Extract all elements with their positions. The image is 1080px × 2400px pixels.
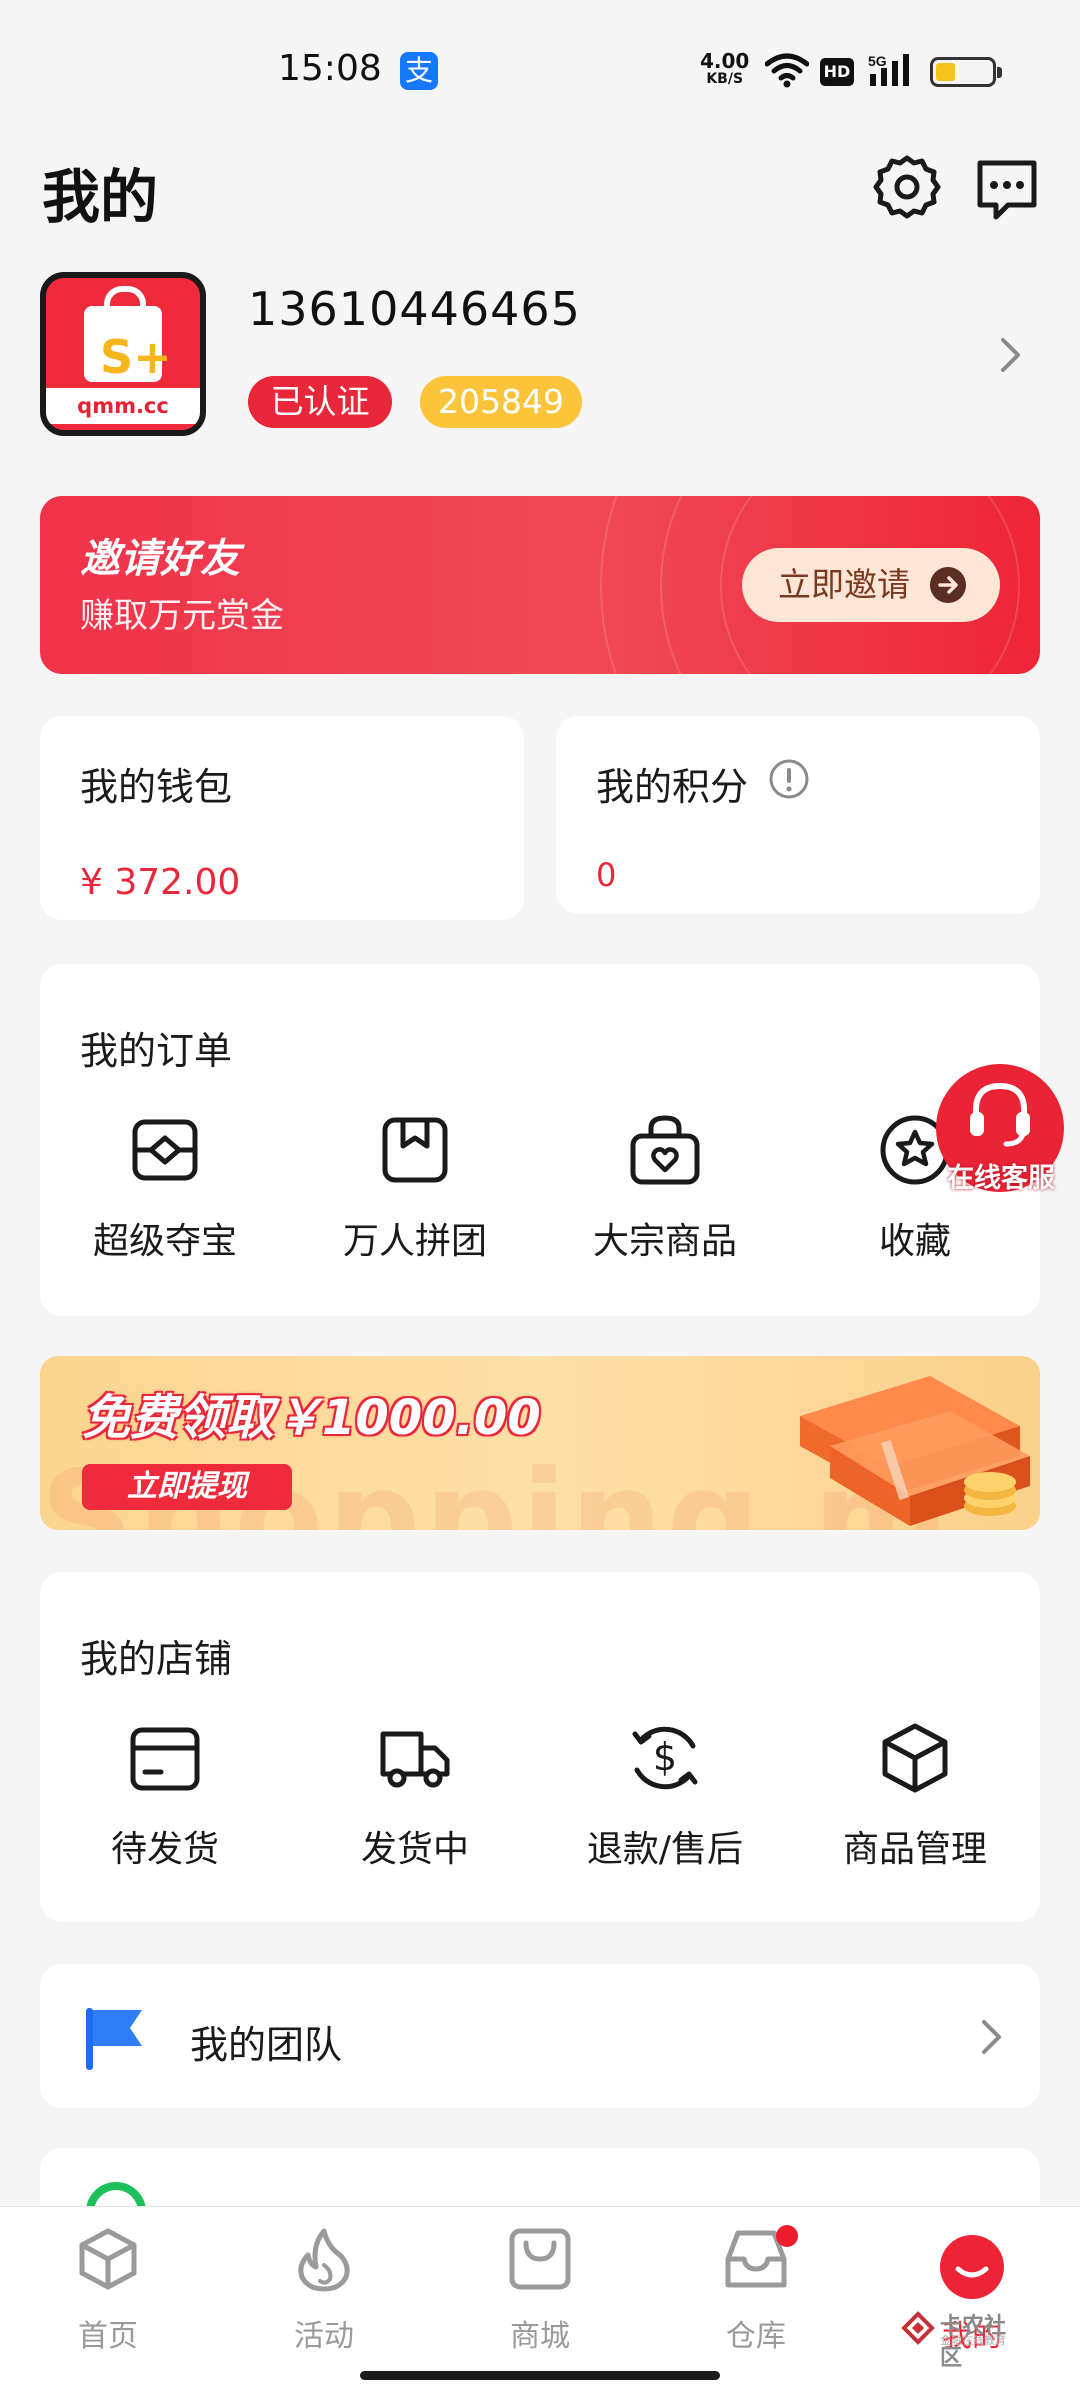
info-icon[interactable] xyxy=(768,758,810,800)
store-item-product-manage[interactable]: 商品管理 xyxy=(790,1720,1040,1870)
battery-icon xyxy=(930,57,1002,87)
bookmark-box-icon xyxy=(382,1117,448,1183)
invite-subtitle: 赚取万元赏金 xyxy=(80,596,284,636)
orders-title: 我的订单 xyxy=(80,1029,233,1073)
online-service-label: 在线客服 xyxy=(947,1163,1055,1194)
flag-icon xyxy=(86,2008,142,2070)
watermark-subtext: 金融在线教育 xyxy=(940,2334,1006,2347)
treasure-icon xyxy=(132,1119,198,1181)
bottom-nav: 首页 活动 商城 仓库 我的 xyxy=(0,2206,1080,2400)
nav-label: 首页 xyxy=(78,2319,138,2354)
profile-smile-icon xyxy=(940,2235,1004,2299)
avatar-logo-glyph: S+ xyxy=(100,330,172,384)
notification-dot xyxy=(776,2225,798,2247)
network-speed: 4.00 KB/S xyxy=(700,49,750,88)
order-item-label: 万人拼团 xyxy=(342,1221,487,1262)
nav-item-warehouse[interactable]: 仓库 xyxy=(676,2225,836,2355)
flame-icon xyxy=(298,2228,350,2292)
promo-title: 免费领取￥1000.00 xyxy=(82,1390,541,1446)
store-title: 我的店铺 xyxy=(80,1637,233,1681)
network-speed-unit: KB/S xyxy=(706,71,744,87)
watermark: 卡农社区 金融在线教育 xyxy=(898,2306,1022,2371)
store-item-label: 发货中 xyxy=(360,1829,469,1870)
invite-title: 邀请好友 xyxy=(80,536,240,582)
home-cube-icon xyxy=(79,2228,137,2290)
status-time: 15:08 xyxy=(278,48,382,89)
nav-item-activity[interactable]: 活动 xyxy=(244,2225,404,2355)
shopping-bag-icon xyxy=(509,2228,571,2290)
store-card: 我的店铺 待发货 发货中 $ 退款/售后 商品管理 xyxy=(40,1572,1040,1922)
store-item-refund[interactable]: $ 退款/售后 xyxy=(540,1720,790,1870)
order-item-label: 收藏 xyxy=(878,1221,951,1262)
box-icon xyxy=(130,1727,200,1791)
cube-icon xyxy=(882,1723,948,1793)
headset-icon xyxy=(970,1082,1030,1147)
avatar-text: qmm.cc xyxy=(46,388,200,424)
battery-level xyxy=(936,63,955,81)
order-item-group-buy[interactable]: 万人拼团 xyxy=(290,1112,540,1262)
wifi-icon xyxy=(765,53,809,88)
points-value: 0 xyxy=(596,856,617,894)
arrow-right-icon xyxy=(930,567,966,603)
nav-item-mall[interactable]: 商城 xyxy=(460,2225,620,2355)
message-icon[interactable] xyxy=(972,155,1042,225)
store-item-label: 退款/售后 xyxy=(586,1829,744,1870)
alipay-icon: 支 xyxy=(400,52,438,90)
orders-grid: 超级夺宝 万人拼团 大宗商品 收藏 xyxy=(40,1112,1040,1262)
nav-label: 商城 xyxy=(510,2319,570,2354)
my-team-row[interactable]: 我的团队 xyxy=(40,1964,1040,2108)
chevron-right-icon[interactable] xyxy=(998,335,1024,375)
points-title: 我的积分 xyxy=(596,765,749,809)
smile-mark-icon xyxy=(955,2266,989,2278)
points-card[interactable]: 我的积分 0 xyxy=(556,716,1040,914)
wallet-title: 我的钱包 xyxy=(80,765,233,809)
user-code-badge: 205849 xyxy=(420,376,582,428)
home-indicator[interactable] xyxy=(360,2371,720,2380)
invite-now-button[interactable]: 立即邀请 xyxy=(742,548,1000,622)
avatar[interactable]: S+ qmm.cc xyxy=(40,272,206,436)
invite-banner[interactable]: 邀请好友 赚取万元赏金 立即邀请 xyxy=(40,496,1040,674)
dollar-refresh-icon: $ xyxy=(632,1726,698,1790)
page-title: 我的 xyxy=(42,163,159,231)
network-speed-value: 4.00 xyxy=(700,49,750,73)
invite-now-label: 立即邀请 xyxy=(778,565,910,604)
wallet-amount: ¥ 372.00 xyxy=(80,862,241,903)
order-item-label: 超级夺宝 xyxy=(92,1221,237,1262)
store-item-label: 商品管理 xyxy=(842,1829,987,1870)
verified-badge: 已认证 xyxy=(248,376,392,428)
order-item-super-treasure[interactable]: 超级夺宝 xyxy=(40,1112,290,1262)
withdraw-now-button[interactable]: 立即提现 xyxy=(82,1464,292,1510)
money-stack-illustration xyxy=(800,1376,1030,1526)
watermark-logo-icon xyxy=(901,2311,935,2345)
profile-phone: 13610446465 xyxy=(248,282,581,336)
svg-text:$: $ xyxy=(653,1735,677,1779)
online-service-button[interactable]: 在线客服 xyxy=(932,1064,1068,1196)
my-team-label: 我的团队 xyxy=(190,2023,343,2067)
order-item-label: 大宗商品 xyxy=(592,1221,737,1262)
nav-label: 活动 xyxy=(294,2319,354,2354)
orders-card: 我的订单 超级夺宝 万人拼团 大宗商品 收藏 xyxy=(40,964,1040,1316)
store-item-shipping[interactable]: 发货中 xyxy=(290,1720,540,1870)
promo-banner[interactable]: Shopping m 免费领取￥1000.00 立即提现 xyxy=(40,1356,1040,1530)
nav-item-home[interactable]: 首页 xyxy=(28,2225,188,2355)
store-grid: 待发货 发货中 $ 退款/售后 商品管理 xyxy=(40,1720,1040,1870)
order-item-bulk-goods[interactable]: 大宗商品 xyxy=(540,1112,790,1262)
status-bar: 15:08 支 4.00 KB/S HD 5G xyxy=(0,0,1080,140)
hd-icon: HD xyxy=(820,58,854,86)
store-item-label: 待发货 xyxy=(110,1829,219,1870)
network-type-label: 5G xyxy=(868,53,887,69)
wallet-card[interactable]: 我的钱包 ¥ 372.00 xyxy=(40,716,524,920)
chevron-right-icon xyxy=(982,2020,1001,2054)
nav-label: 仓库 xyxy=(726,2319,786,2354)
store-item-pending-ship[interactable]: 待发货 xyxy=(40,1720,290,1870)
signal-icon: 5G xyxy=(868,53,909,86)
heart-bag-icon xyxy=(630,1115,700,1185)
truck-icon xyxy=(380,1731,450,1788)
gear-icon[interactable] xyxy=(872,152,942,222)
